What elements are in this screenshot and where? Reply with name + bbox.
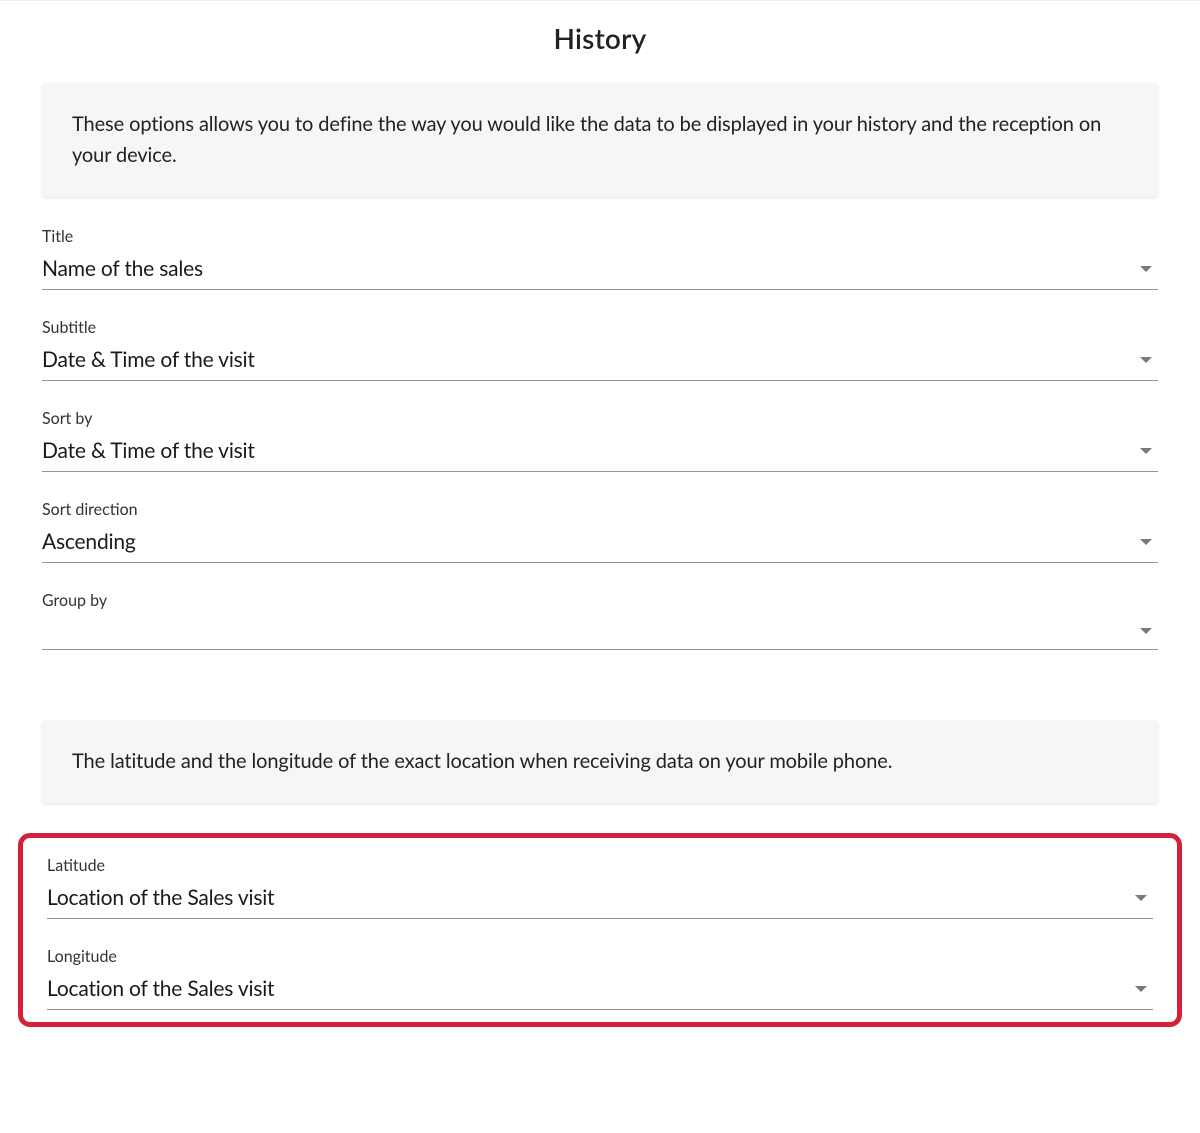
field-subtitle-label: Subtitle xyxy=(42,318,1158,337)
sort-by-select[interactable]: Date & Time of the visit xyxy=(42,434,1158,472)
field-title-label: Title xyxy=(42,227,1158,246)
page-title: History xyxy=(0,21,1200,55)
longitude-select[interactable]: Location of the Sales visit xyxy=(47,972,1153,1010)
sort-direction-select-value: Ascending xyxy=(42,529,136,554)
chevron-down-icon xyxy=(1140,628,1152,634)
field-group-by: Group by xyxy=(42,591,1158,650)
chevron-down-icon xyxy=(1140,448,1152,454)
field-sort-by: Sort by Date & Time of the visit xyxy=(42,409,1158,472)
subtitle-select[interactable]: Date & Time of the visit xyxy=(42,343,1158,381)
chevron-down-icon xyxy=(1135,895,1147,901)
latitude-select[interactable]: Location of the Sales visit xyxy=(47,881,1153,919)
history-description: These options allows you to define the w… xyxy=(42,83,1158,197)
field-longitude: Longitude Location of the Sales visit xyxy=(47,947,1153,1010)
latitude-select-value: Location of the Sales visit xyxy=(47,885,274,910)
chevron-down-icon xyxy=(1135,986,1147,992)
chevron-down-icon xyxy=(1140,266,1152,272)
field-subtitle: Subtitle Date & Time of the visit xyxy=(42,318,1158,381)
field-sort-by-label: Sort by xyxy=(42,409,1158,428)
longitude-select-value: Location of the Sales visit xyxy=(47,976,274,1001)
subtitle-select-value: Date & Time of the visit xyxy=(42,347,255,372)
title-select[interactable]: Name of the sales xyxy=(42,252,1158,290)
sort-by-select-value: Date & Time of the visit xyxy=(42,438,255,463)
field-sort-direction: Sort direction Ascending xyxy=(42,500,1158,563)
field-longitude-label: Longitude xyxy=(47,947,1153,966)
field-latitude-label: Latitude xyxy=(47,856,1153,875)
field-latitude: Latitude Location of the Sales visit xyxy=(47,856,1153,919)
title-select-value: Name of the sales xyxy=(42,256,203,281)
group-by-select[interactable] xyxy=(42,616,1158,650)
sort-direction-select[interactable]: Ascending xyxy=(42,525,1158,563)
chevron-down-icon xyxy=(1140,539,1152,545)
field-title: Title Name of the sales xyxy=(42,227,1158,290)
chevron-down-icon xyxy=(1140,357,1152,363)
field-sort-direction-label: Sort direction xyxy=(42,500,1158,519)
location-fields-highlight: Latitude Location of the Sales visit Lon… xyxy=(18,833,1182,1027)
field-group-by-label: Group by xyxy=(42,591,1158,610)
location-description: The latitude and the longitude of the ex… xyxy=(42,720,1158,803)
